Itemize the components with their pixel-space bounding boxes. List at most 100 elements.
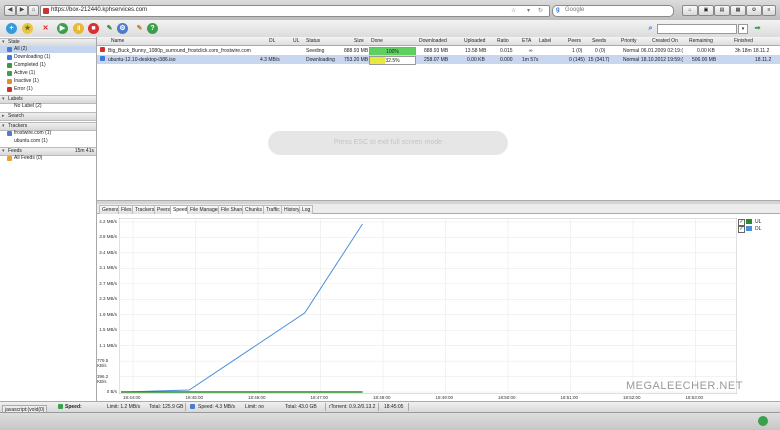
speed-panel: 4.2 MB/s 3.8 MB/s 3.4 MB/s 3.1 MB/s 2.7 MB/s…: [97, 214, 780, 400]
page-menu-button[interactable]: ≡: [762, 5, 776, 16]
col-ul[interactable]: UL: [293, 38, 299, 44]
expand-icon: ▸: [2, 113, 5, 119]
rss-icon[interactable]: ✎: [104, 23, 115, 34]
help-icon[interactable]: ?: [147, 23, 158, 34]
dropdown-icon[interactable]: ▾: [527, 7, 530, 14]
y-tick-label: 1.1 MB/s: [99, 342, 117, 348]
sidebar-item-no-label[interactable]: No Label (2): [0, 103, 96, 110]
header-label: Feeds: [8, 148, 22, 154]
col-peers[interactable]: Peers: [568, 38, 581, 44]
progress-text: 32.5%: [385, 58, 400, 64]
tab-file-manager[interactable]: File Manager: [187, 205, 223, 214]
home-icon[interactable]: ⌂: [28, 5, 39, 16]
y-tick-label: 3.8 MB/s: [99, 234, 117, 240]
torrent-seeds: 15 (3417): [588, 57, 610, 63]
item-label: Completed (1): [14, 62, 46, 68]
status-bar: Speed: Limit: 1.2 MB/s Total: 125.9 GB S…: [0, 401, 780, 412]
back-button[interactable]: ◀: [4, 5, 16, 16]
x-tick-label: 18:46:00: [248, 395, 266, 400]
search-go-icon[interactable]: ➡: [752, 23, 763, 34]
browser-search-input[interactable]: g Google: [552, 5, 674, 17]
col-label[interactable]: Label: [539, 38, 551, 44]
tab-log[interactable]: Log: [299, 205, 314, 214]
divider: [408, 403, 409, 411]
col-status[interactable]: Status: [306, 38, 320, 44]
col-ratio[interactable]: Ratio: [497, 38, 509, 44]
search-placeholder: Google: [565, 7, 585, 13]
browser-status-strip: [0, 412, 780, 430]
item-label: ubuntu.com (1): [14, 138, 48, 144]
tools-button[interactable]: ⚙: [746, 5, 762, 16]
search-engine-dropdown[interactable]: ▾: [738, 24, 748, 34]
col-dl[interactable]: DL: [269, 38, 275, 44]
col-name[interactable]: Name: [111, 38, 124, 44]
col-size[interactable]: Size: [354, 38, 364, 44]
x-tick-label: 18:53:00: [685, 395, 704, 400]
sidebar-item-tracker[interactable]: ubuntu.com (1): [0, 138, 96, 145]
forward-button[interactable]: ▶: [16, 5, 28, 16]
x-tick-label: 18:47:00: [310, 395, 329, 400]
item-label: All Feeds (0): [14, 155, 43, 161]
col-done[interactable]: Done: [371, 38, 383, 44]
col-seeds[interactable]: Seeds: [592, 38, 606, 44]
reload-icon[interactable]: ↻: [538, 7, 543, 14]
fullscreen-notice: Press ESC to exit full screen mode: [268, 131, 508, 155]
item-label: No Label (2): [14, 103, 42, 109]
ul-limit[interactable]: Limit: no: [245, 404, 264, 410]
col-uploaded[interactable]: Uploaded: [464, 38, 485, 44]
sidebar-item-all-feeds[interactable]: All Feeds (0): [0, 155, 96, 162]
add-torrent-icon[interactable]: +: [6, 23, 17, 34]
torrent-uploaded: 0.00 KB: [467, 57, 485, 63]
sidebar-item-active[interactable]: Active (1): [0, 70, 96, 77]
addon-icon[interactable]: [758, 416, 768, 426]
y-tick-label: 779.5 KB/s: [97, 358, 109, 369]
tab-menu-button[interactable]: ▦: [730, 5, 746, 16]
window-button[interactable]: ▣: [698, 5, 714, 16]
col-remaining[interactable]: Remaining: [689, 38, 713, 44]
legend-item-dl[interactable]: ✓ DL: [738, 225, 766, 233]
sidebar-item-error[interactable]: Error (1): [0, 86, 96, 93]
graph-frame: [119, 218, 737, 394]
sidebar-button[interactable]: ▤: [714, 5, 730, 16]
col-created[interactable]: Created On: [652, 38, 678, 44]
feeds-timer: 15m 41s: [74, 148, 94, 154]
col-eta[interactable]: ETA: [522, 38, 531, 44]
tab-traffic[interactable]: Traffic: [263, 205, 283, 214]
stop-icon[interactable]: ■: [88, 23, 99, 34]
sidebar-item-downloading[interactable]: Downloading (1): [0, 54, 96, 61]
torrent-row[interactable]: Big_Buck_Bunny_1080p_surround_frostclick…: [97, 46, 780, 56]
bookmark-star-icon[interactable]: ☆: [511, 7, 516, 14]
collapse-icon: ▾: [2, 123, 5, 129]
sidebar-item-completed[interactable]: Completed (1): [0, 62, 96, 69]
tab-chunks[interactable]: Chunks: [242, 205, 265, 214]
col-finished[interactable]: Finished: [734, 38, 753, 44]
sidebar-item-tracker[interactable]: frostwire.com (1): [0, 130, 96, 137]
home-button[interactable]: ⌂: [682, 5, 698, 16]
dl-limit[interactable]: Limit: 1.2 MB/s: [107, 404, 140, 410]
url-bar[interactable]: https://box-212440.kphservices.com ☆ ▾ ↻: [40, 5, 550, 17]
legend-item-ul[interactable]: ✓ UL: [738, 218, 766, 226]
sidebar-item-all[interactable]: All (2): [0, 46, 96, 53]
filter-icon[interactable]: ✎: [134, 23, 145, 34]
legend-checkbox[interactable]: ✓: [738, 226, 745, 233]
pause-icon[interactable]: ॥: [73, 23, 84, 34]
add-url-icon[interactable]: ★: [22, 23, 33, 34]
sidebar-item-inactive[interactable]: Inactive (1): [0, 78, 96, 85]
header-label: Labels: [8, 96, 23, 102]
torrent-downloaded: 888.93 MB: [424, 48, 449, 54]
x-tick-label: 18:49:00: [435, 395, 454, 400]
start-icon[interactable]: ▶: [57, 23, 68, 34]
torrent-status: Seeding: [306, 48, 325, 54]
collapse-icon: ▾: [2, 96, 5, 102]
col-downloaded[interactable]: Downloaded: [419, 38, 447, 44]
google-icon: g: [556, 7, 560, 13]
tracker-icon: [7, 131, 12, 136]
torrent-row[interactable]: ubuntu-12.10-desktop-i386.iso 4.3 MB/s D…: [97, 55, 780, 65]
settings-icon[interactable]: ⚙: [117, 23, 128, 34]
sidebar-header-search[interactable]: ▸ Search: [0, 112, 96, 121]
remove-icon[interactable]: ✕: [40, 23, 51, 34]
fullscreen-notice-text: Press ESC to exit full screen mode: [333, 139, 443, 146]
item-label: Downloading (1): [14, 54, 51, 60]
col-priority[interactable]: Priority: [621, 38, 637, 44]
torrent-search-input[interactable]: [657, 24, 737, 34]
